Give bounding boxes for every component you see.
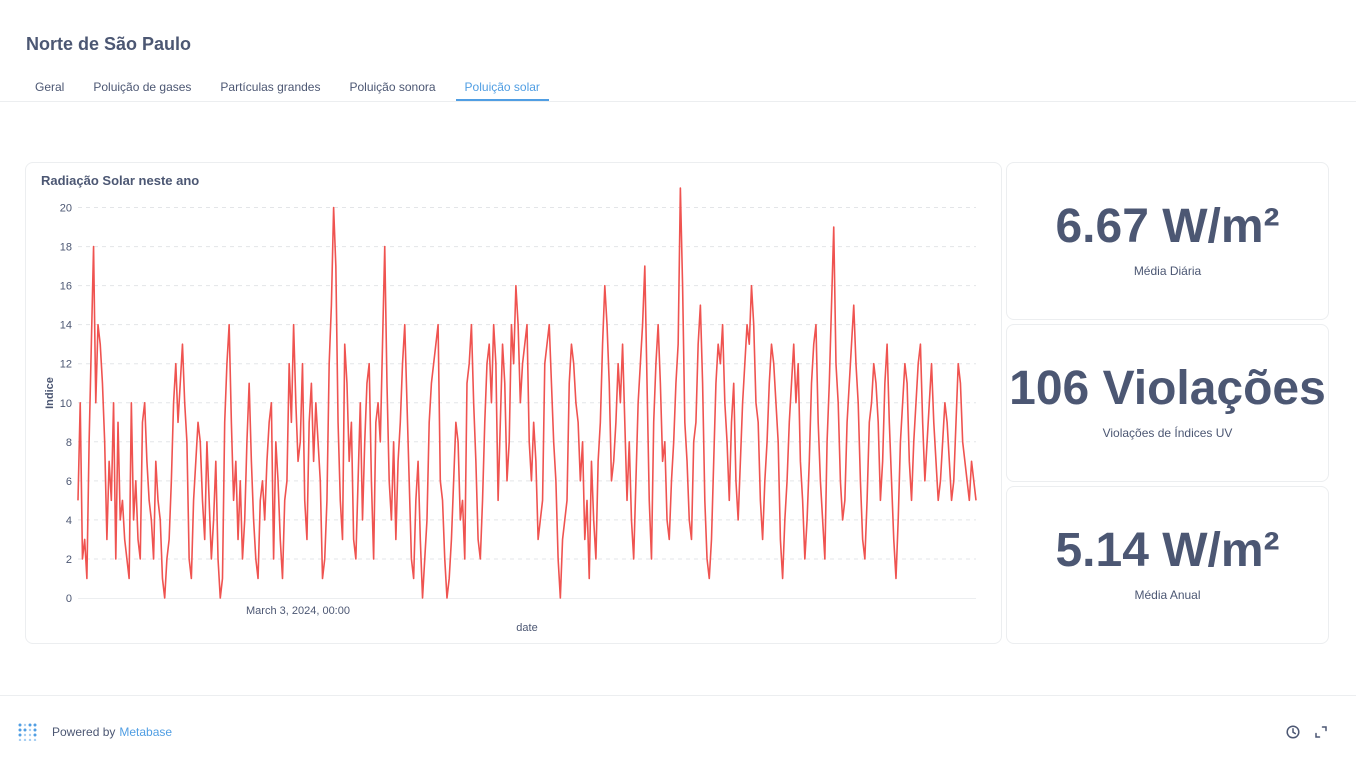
y-tick-label: 18 — [60, 242, 72, 254]
scalar-card-violacoes[interactable]: 106 Violações Violações de Índices UV — [1006, 324, 1329, 482]
expand-icon[interactable] — [1314, 725, 1328, 739]
y-axis-label: Indice — [44, 377, 56, 409]
powered-by[interactable]: Powered by Metabase — [18, 723, 172, 741]
scalar-value: 6.67 W/m² — [1055, 200, 1280, 253]
scalar-value: 5.14 W/m² — [1055, 524, 1280, 577]
scalar-value: 106 Violações — [1009, 362, 1326, 415]
x-tick-label: March 3, 2024, 00:00 — [246, 605, 350, 617]
footer-actions — [1272, 725, 1328, 739]
tab-poluicao-solar[interactable]: Poluição solar — [455, 72, 549, 101]
y-tick-label: 2 — [66, 554, 72, 566]
tab-geral[interactable]: Geral — [26, 72, 73, 101]
y-tick-label: 8 — [66, 437, 72, 449]
y-tick-label: 4 — [66, 515, 72, 527]
tab-poluicao-de-gases[interactable]: Poluição de gases — [84, 72, 200, 101]
series-line[interactable] — [77, 187, 977, 599]
y-tick-label: 0 — [66, 593, 72, 605]
y-tick-label: 6 — [66, 476, 72, 488]
y-axis-ticks: 0 2 4 6 8 10 12 14 16 18 20 — [60, 203, 72, 605]
y-tick-label: 20 — [60, 203, 72, 215]
scalar-label: Média Anual — [1134, 588, 1201, 602]
tab-poluicao-sonora[interactable]: Poluição sonora — [340, 72, 444, 101]
line-chart: 0 2 4 6 8 10 12 14 16 18 20 March 3, 2024, 00:00 d… — [44, 187, 977, 634]
x-axis-label: date — [516, 622, 537, 634]
y-tick-label: 12 — [60, 359, 72, 371]
footer: Powered by Metabase — [0, 695, 1356, 768]
y-tick-label: 10 — [60, 398, 72, 410]
chart-card: Radiação Solar neste ano 0 2 4 6 8 10 12 14 16 18… — [25, 162, 1002, 644]
dashboard-title: Norte de São Paulo — [26, 34, 192, 54]
dashboard-header: Norte de São Paulo Geral Poluição de gas… — [0, 0, 1356, 102]
y-tick-label: 16 — [60, 281, 72, 293]
scalar-label: Violações de Índices UV — [1102, 426, 1233, 440]
scalar-card-media-anual[interactable]: 5.14 W/m² Média Anual — [1006, 486, 1329, 644]
powered-by-text: Powered by — [52, 725, 116, 739]
metabase-logo-icon — [18, 723, 37, 741]
clock-icon[interactable] — [1286, 725, 1300, 739]
y-tick-label: 14 — [60, 320, 72, 332]
scalar-label: Média Diária — [1133, 264, 1202, 278]
metabase-link[interactable]: Metabase — [119, 725, 172, 739]
scalar-card-media-diaria[interactable]: 6.67 W/m² Média Diária — [1006, 162, 1329, 320]
tab-particulas-grandes[interactable]: Partículas grandes — [211, 72, 329, 101]
dashboard-tabs: Geral Poluição de gases Partículas grand… — [26, 72, 560, 101]
